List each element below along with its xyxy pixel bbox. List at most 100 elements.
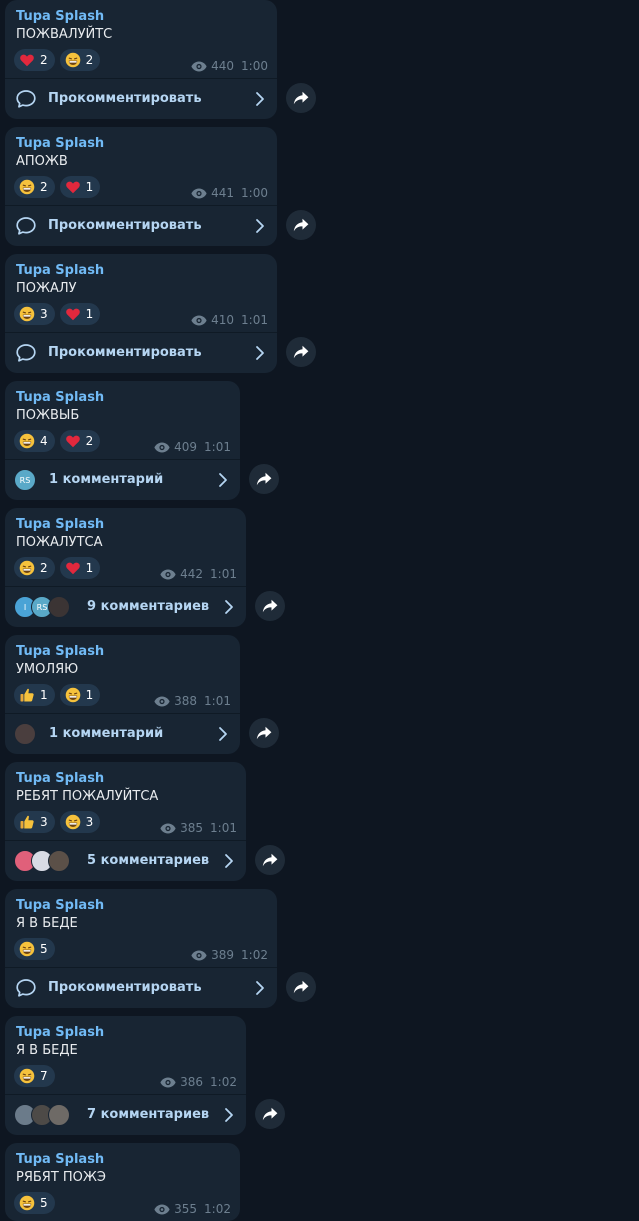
grin-icon <box>19 1068 35 1084</box>
reaction-button[interactable]: 5 <box>14 938 55 960</box>
author-name[interactable]: Tupa Splash <box>16 644 104 659</box>
share-button[interactable] <box>255 591 285 621</box>
avatar <box>48 1104 70 1126</box>
message-bubble: Tupa Splash ПОЖВЫБ 4 2 409 1:01 RS 1 комментари… <box>5 381 240 500</box>
share-button[interactable] <box>255 1099 285 1129</box>
message-text: РЯБЯТ ПОЖЭ <box>16 1170 106 1185</box>
chevron-right-icon <box>224 1107 234 1123</box>
reaction-count: 3 <box>40 307 48 321</box>
message-meta: 355 1:02 <box>154 1202 231 1216</box>
message: Tupa Splash РЯБЯТ ПОЖЭ 5 355 1:02 <box>5 1143 295 1221</box>
reaction-count: 1 <box>85 307 94 321</box>
reaction-button[interactable]: 1 <box>59 303 101 325</box>
comment-button[interactable]: Прокомментировать <box>5 968 277 1008</box>
reaction-button[interactable]: 3 <box>59 811 101 833</box>
reaction-button[interactable]: 1 <box>59 557 101 579</box>
view-count: 442 <box>180 567 204 581</box>
avatar <box>48 850 70 872</box>
share-icon <box>262 1107 278 1121</box>
message-meta: 389 1:02 <box>191 948 268 962</box>
views-counter: 386 <box>160 1075 203 1089</box>
reaction-count: 2 <box>85 434 94 448</box>
author-name[interactable]: Tupa Splash <box>16 136 104 151</box>
message-text: РЕБЯТ ПОЖАЛУЙТСА <box>16 789 159 804</box>
share-button[interactable] <box>249 718 279 748</box>
share-button[interactable] <box>249 464 279 494</box>
share-button[interactable] <box>286 337 316 367</box>
reaction-button[interactable]: 1 <box>14 684 55 706</box>
author-name[interactable]: Tupa Splash <box>16 263 104 278</box>
message-text: ПОЖАЛУТСА <box>16 535 103 550</box>
message-meta: 441 1:00 <box>191 186 268 200</box>
avatar <box>14 723 36 745</box>
view-count: 389 <box>211 948 235 962</box>
grin-icon <box>65 814 81 830</box>
reaction-count: 1 <box>40 688 48 702</box>
message-time: 1:02 <box>204 1202 231 1216</box>
message-time: 1:00 <box>241 186 268 200</box>
comments-label: Прокомментировать <box>48 980 202 995</box>
reaction-count: 5 <box>40 942 48 956</box>
reaction-button[interactable]: 5 <box>14 1192 55 1214</box>
comments-label: 1 комментарий <box>49 726 164 741</box>
comments-label: 1 комментарий <box>49 472 164 487</box>
author-name[interactable]: Tupa Splash <box>16 390 104 405</box>
reaction-button[interactable]: 4 <box>14 430 55 452</box>
author-name[interactable]: Tupa Splash <box>16 1152 104 1167</box>
grin-icon <box>65 52 81 68</box>
author-name[interactable]: Tupa Splash <box>16 898 104 913</box>
message-text: Я В БЕДЕ <box>16 916 78 931</box>
comment-button[interactable]: Прокомментировать <box>5 206 277 246</box>
author-name[interactable]: Tupa Splash <box>16 771 104 786</box>
author-name[interactable]: Tupa Splash <box>16 1025 104 1040</box>
views-counter: 440 <box>191 59 234 73</box>
share-icon <box>293 345 309 359</box>
share-button[interactable] <box>286 83 316 113</box>
reaction-button[interactable]: 7 <box>14 1065 55 1087</box>
share-button[interactable] <box>286 210 316 240</box>
message-meta: 409 1:01 <box>154 440 231 454</box>
reaction-button[interactable]: 2 <box>14 557 55 579</box>
comments-label: 5 комментариев <box>87 853 210 868</box>
heart-icon <box>65 560 81 576</box>
message-meta: 442 1:01 <box>160 567 237 581</box>
author-name[interactable]: Tupa Splash <box>16 9 104 24</box>
reaction-count: 7 <box>40 1069 48 1083</box>
reaction-button[interactable]: 2 <box>59 49 101 71</box>
reaction-count: 1 <box>85 688 94 702</box>
reaction-button[interactable]: 3 <box>14 303 55 325</box>
grin-icon <box>19 306 35 322</box>
comment-button[interactable]: Прокомментировать <box>5 79 277 119</box>
comments-button[interactable]: 7 комментариев <box>5 1095 246 1135</box>
commenter-avatars: I RS <box>14 596 70 618</box>
reaction-button[interactable]: 2 <box>59 430 101 452</box>
reaction-button[interactable]: 1 <box>59 176 101 198</box>
comments-button[interactable]: 5 комментариев <box>5 841 246 881</box>
reaction-count: 3 <box>40 815 48 829</box>
reaction-button[interactable]: 3 <box>14 811 55 833</box>
reaction-count: 2 <box>40 53 48 67</box>
message-bubble: Tupa Splash РЕБЯТ ПОЖАЛУЙТСА 3 3 385 1:01 5 ко… <box>5 762 246 881</box>
reaction-button[interactable]: 2 <box>14 49 55 71</box>
message-meta: 388 1:01 <box>154 694 231 708</box>
message: Tupa Splash РЕБЯТ ПОЖАЛУЙТСА 3 3 385 1:01 5 ко… <box>5 762 301 881</box>
comments-button[interactable]: I RS 9 комментариев <box>5 587 246 627</box>
comment-button[interactable]: Прокомментировать <box>5 333 277 373</box>
eye-icon <box>160 569 176 580</box>
reactions: 21 <box>14 176 101 198</box>
chevron-right-icon <box>218 472 228 488</box>
comments-button[interactable]: 1 комментарий <box>5 714 240 754</box>
grin-icon <box>19 941 35 957</box>
thumbs-up-icon <box>19 814 35 830</box>
author-name[interactable]: Tupa Splash <box>16 517 104 532</box>
reaction-button[interactable]: 2 <box>14 176 55 198</box>
message: Tupa Splash УМОЛЯЮ 1 1 388 1:01 1 комментарий <box>5 635 295 754</box>
comments-label: Прокомментировать <box>48 91 202 106</box>
share-button[interactable] <box>255 845 285 875</box>
comment-icon <box>15 343 37 363</box>
message-bubble: Tupa Splash ПОЖВАЛУЙТС 2 2 440 1:00 Прокоммент… <box>5 0 277 119</box>
reaction-button[interactable]: 1 <box>59 684 101 706</box>
commenter-avatars: RS <box>14 469 36 491</box>
share-button[interactable] <box>286 972 316 1002</box>
comments-button[interactable]: RS 1 комментарий <box>5 460 240 500</box>
